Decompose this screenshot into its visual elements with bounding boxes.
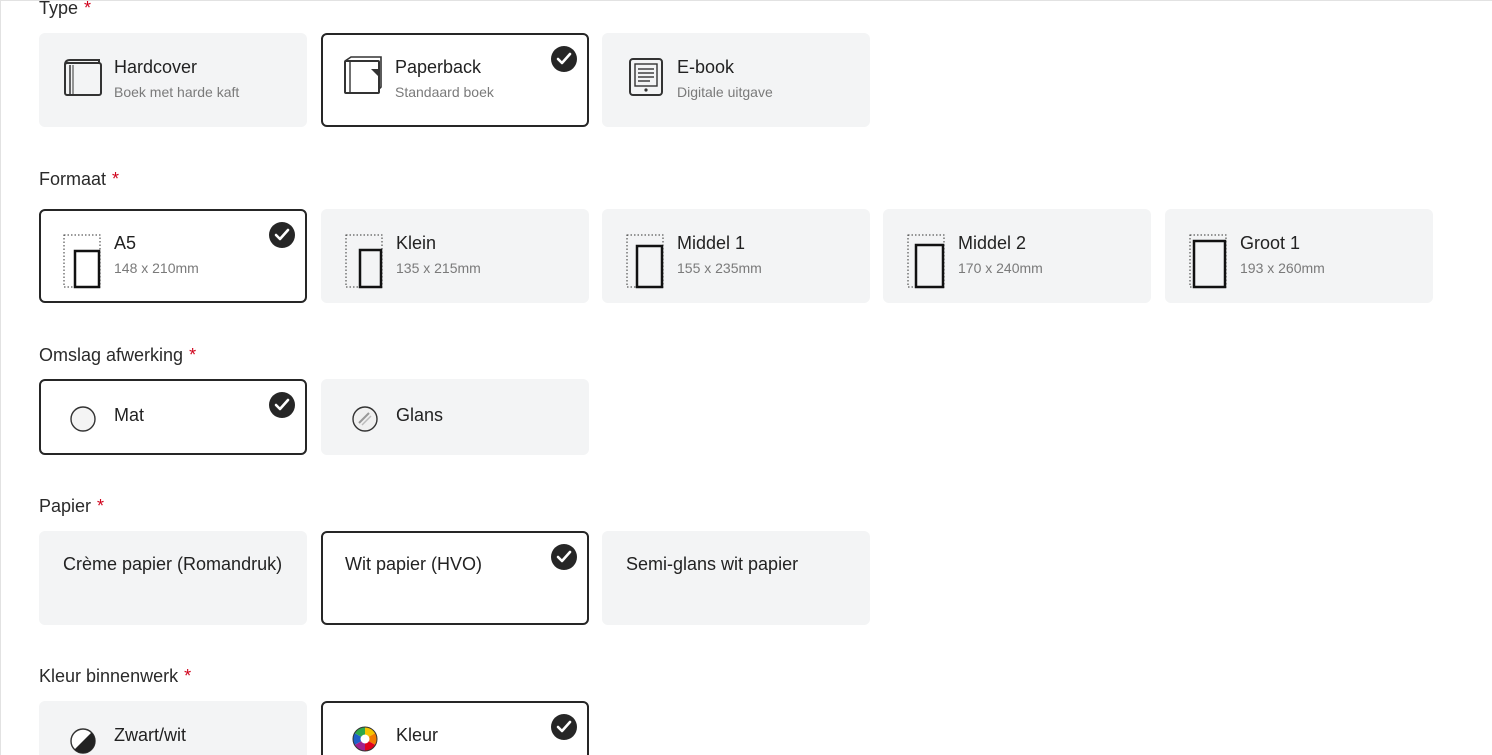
option-subtitle: Standaard boek — [395, 84, 494, 100]
option-subtitle: Digitale uitgave — [677, 84, 773, 100]
matte-circle-icon — [69, 405, 97, 438]
color-wheel-icon — [351, 725, 379, 755]
option-title: Groot 1 — [1240, 233, 1301, 253]
checkmark-icon — [551, 46, 577, 72]
gloss-circle-icon — [351, 405, 379, 438]
formaat-label-text: Formaat — [39, 169, 107, 189]
page-size-icon — [345, 233, 385, 294]
option-subtitle: 148 x 210mm — [114, 260, 199, 276]
option-title: Middel 2 — [958, 233, 1027, 253]
formaat-option-middel-1[interactable]: Middel 1 155 x 235mm — [602, 209, 870, 303]
required-mark: * — [184, 666, 192, 686]
formaat-option-a5[interactable]: A5 148 x 210mm — [39, 209, 307, 303]
page-size-icon — [907, 233, 947, 294]
kleur-label-text: Kleur binnenwerk — [39, 666, 179, 686]
page-size-icon — [1189, 233, 1229, 294]
papier-section-label: Papier * — [39, 496, 104, 517]
formaat-section-label: Formaat * — [39, 169, 119, 190]
option-title: Zwart/wit — [114, 725, 186, 745]
option-subtitle: 135 x 215mm — [396, 260, 481, 276]
omslag-option-glans[interactable]: Glans — [321, 379, 589, 455]
option-title: Glans — [396, 405, 444, 425]
hardcover-book-icon — [63, 57, 103, 102]
option-title: Crème papier (Romandruk) — [63, 554, 283, 574]
formaat-option-groot-1[interactable]: Groot 1 193 x 260mm — [1165, 209, 1433, 303]
option-title: Mat — [114, 405, 145, 425]
type-section-label: Type * — [39, 0, 91, 19]
option-title: E-book — [677, 57, 735, 77]
checkmark-icon — [269, 392, 295, 418]
required-mark: * — [84, 0, 92, 18]
option-subtitle: 193 x 260mm — [1240, 260, 1325, 276]
kleur-option-kleur[interactable]: Kleur — [321, 701, 589, 755]
checkmark-icon — [269, 222, 295, 248]
option-title: Paperback — [395, 57, 482, 77]
required-mark: * — [189, 345, 197, 365]
omslag-option-mat[interactable]: Mat — [39, 379, 307, 455]
ereader-icon — [628, 57, 664, 102]
type-option-hardcover[interactable]: Hardcover Boek met harde kaft — [39, 33, 307, 127]
kleur-section-label: Kleur binnenwerk * — [39, 666, 191, 687]
formaat-option-middel-2[interactable]: Middel 2 170 x 240mm — [883, 209, 1151, 303]
option-subtitle: Boek met harde kaft — [114, 84, 240, 100]
page-size-icon — [63, 233, 103, 294]
type-option-paperback[interactable]: Paperback Standaard boek — [321, 33, 589, 127]
checkmark-icon — [551, 544, 577, 570]
option-title: Wit papier (HVO) — [345, 554, 483, 574]
option-title: Kleur — [396, 725, 439, 745]
papier-option-creme[interactable]: Crème papier (Romandruk) — [39, 531, 307, 625]
papier-label-text: Papier — [39, 496, 92, 516]
formaat-option-klein[interactable]: Klein 135 x 215mm — [321, 209, 589, 303]
required-mark: * — [112, 169, 120, 189]
required-mark: * — [97, 496, 105, 516]
page-size-icon — [626, 233, 666, 294]
option-subtitle: 155 x 235mm — [677, 260, 762, 276]
checkmark-icon — [551, 714, 577, 740]
option-title: Hardcover — [114, 57, 198, 77]
papier-option-semi-glans[interactable]: Semi-glans wit papier — [602, 531, 870, 625]
kleur-option-zwart-wit[interactable]: Zwart/wit — [39, 701, 307, 755]
type-option-ebook[interactable]: E-book Digitale uitgave — [602, 33, 870, 127]
option-title: Semi-glans wit papier — [626, 554, 799, 574]
option-title: Middel 1 — [677, 233, 746, 253]
paperback-book-icon — [343, 55, 383, 100]
omslag-label-text: Omslag afwerking — [39, 345, 184, 365]
option-title: Klein — [396, 233, 437, 253]
option-subtitle: 170 x 240mm — [958, 260, 1043, 276]
option-title: A5 — [114, 233, 137, 253]
omslag-section-label: Omslag afwerking * — [39, 345, 196, 366]
black-white-icon — [69, 727, 97, 755]
type-label-text: Type — [39, 0, 79, 18]
papier-option-wit[interactable]: Wit papier (HVO) — [321, 531, 589, 625]
